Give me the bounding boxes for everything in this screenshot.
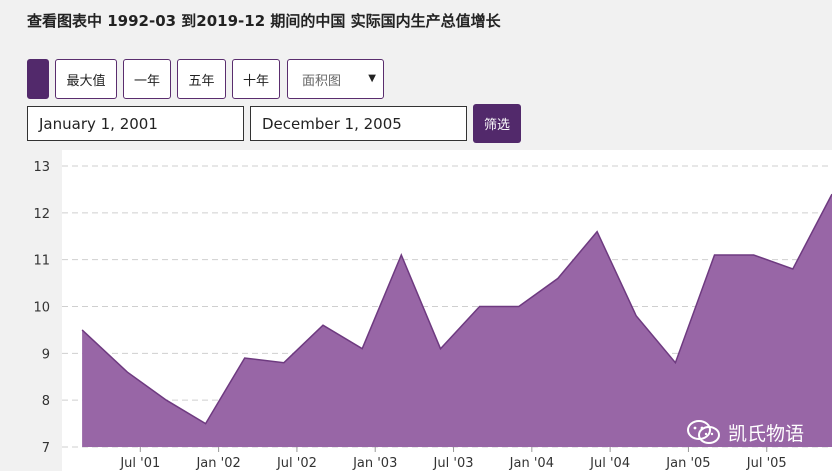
page-title: 查看图表中 1992-03 到2019-12 期间的中国 实际国内生产总值增长 (27, 12, 501, 30)
y-tick-label: 12 (33, 207, 50, 222)
filter-button[interactable]: 筛选 (473, 104, 521, 143)
y-tick-label: 13 (33, 160, 50, 175)
y-tick-label: 9 (42, 347, 50, 362)
x-tick-label: Jul '04 (589, 456, 630, 471)
x-tick-label: Jul '03 (433, 456, 474, 471)
x-tick-label: Jul '05 (746, 456, 787, 471)
y-tick-label: 8 (42, 394, 50, 409)
watermark-text: 凯氏物语 (728, 422, 805, 445)
chart-type-select[interactable]: 面积图 ▼ (287, 59, 384, 99)
start-date-input[interactable]: January 1, 2001 (27, 106, 244, 141)
watermark: 凯氏物语 (686, 418, 804, 446)
range-button-10y[interactable]: 十年 (232, 59, 280, 99)
range-button-active[interactable] (27, 59, 49, 99)
y-tick-label: 10 (33, 301, 50, 316)
wechat-icon (687, 420, 720, 444)
y-axis: 7 8 9 10 11 12 13 (33, 160, 50, 456)
range-button-max[interactable]: 最大值 (55, 59, 117, 99)
y-tick-label: 7 (42, 441, 50, 456)
x-tick-label: Jan '04 (509, 456, 554, 471)
chevron-down-icon: ▼ (368, 73, 376, 84)
end-date-input[interactable]: December 1, 2005 (250, 106, 467, 141)
x-tick-label: Jan '02 (195, 456, 240, 471)
x-tick-label: Jan '03 (352, 456, 397, 471)
chart-type-select-value: 面积图 (302, 73, 342, 89)
y-tick-label: 11 (33, 254, 50, 269)
range-button-5y[interactable]: 五年 (177, 59, 226, 99)
range-button-1y[interactable]: 一年 (123, 59, 171, 99)
x-tick-label: Jul '01 (119, 456, 160, 471)
x-tick-label: Jul '02 (276, 456, 317, 471)
x-tick-label: Jan '05 (665, 456, 710, 471)
